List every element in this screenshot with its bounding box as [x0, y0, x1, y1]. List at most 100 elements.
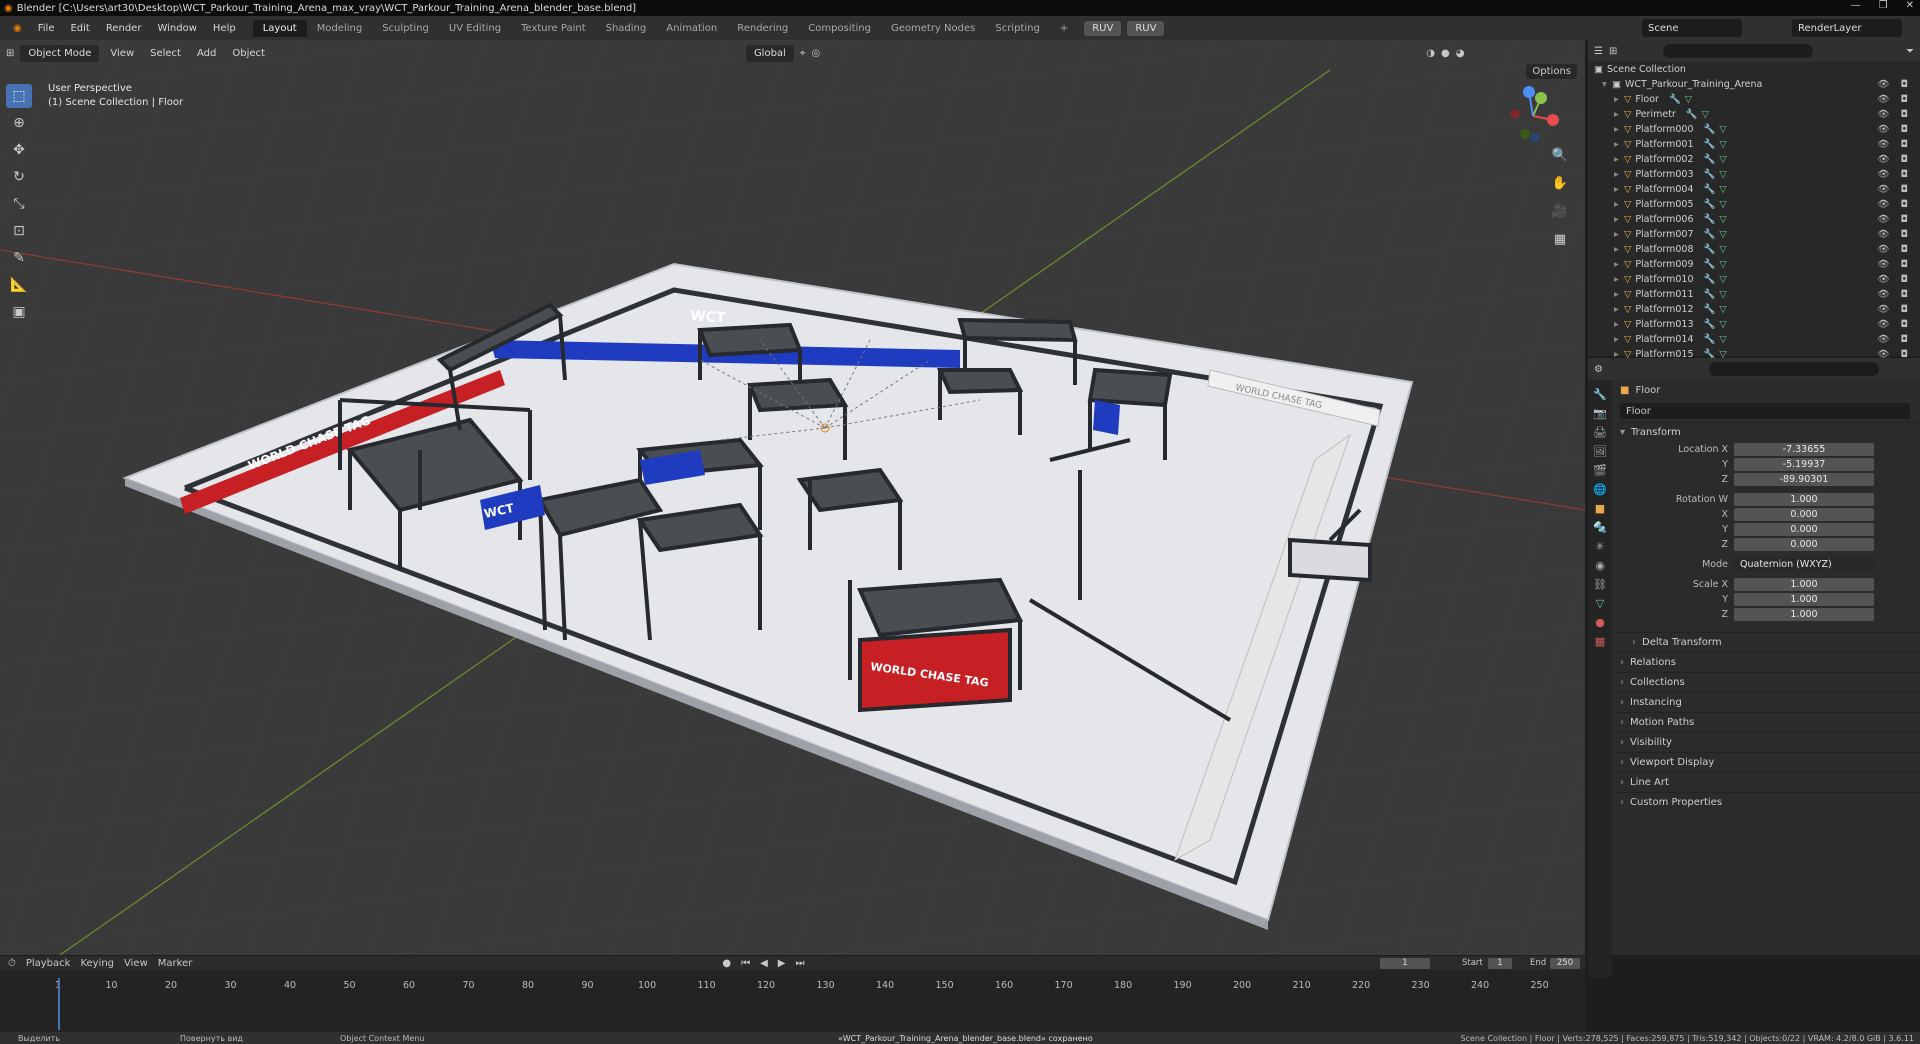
record-icon[interactable]: ●: [722, 958, 731, 969]
outliner-item[interactable]: ▸ ▽ Platform006 🔧 ▽ 👁 ◘: [1588, 212, 1920, 227]
location-z-field[interactable]: -89.90301: [1734, 472, 1874, 486]
outliner-item[interactable]: ▸ ▽ Platform003 🔧 ▽ 👁 ◘: [1588, 167, 1920, 182]
physics-tab-icon[interactable]: ◉: [1595, 559, 1605, 572]
play-icon[interactable]: ▶: [778, 958, 786, 969]
menu-window[interactable]: Window: [150, 21, 203, 36]
start-frame-field[interactable]: 1: [1488, 958, 1512, 969]
properties-editor-icon[interactable]: ⚙: [1594, 364, 1603, 375]
tab-sculpting[interactable]: Sculpting: [372, 20, 439, 37]
measure-tool-icon[interactable]: 📐: [6, 273, 32, 297]
transform-tool-icon[interactable]: ⊡: [6, 219, 32, 243]
shading-solid-icon[interactable]: ◑: [1426, 48, 1435, 59]
visibility-icon[interactable]: 👁 ◘: [1877, 274, 1912, 285]
visibility-icon[interactable]: 👁 ◘: [1877, 319, 1912, 330]
visibility-icon[interactable]: 👁 ◘: [1877, 214, 1912, 225]
zoom-icon[interactable]: 🔍: [1549, 144, 1571, 166]
timeline-editor-icon[interactable]: ⏱: [8, 958, 16, 969]
panel-header[interactable]: › Instancing: [1614, 692, 1920, 712]
expand-icon[interactable]: ▸: [1614, 259, 1624, 270]
close-icon[interactable]: ✕: [1906, 0, 1914, 11]
timeline-menu-playback[interactable]: Playback: [26, 958, 71, 969]
visibility-icon[interactable]: 👁 ◘: [1877, 244, 1912, 255]
modifier-tab-icon[interactable]: 🔩: [1593, 521, 1607, 534]
render-tab-icon[interactable]: 📷: [1593, 407, 1607, 420]
editor-menu-icon[interactable]: ◉: [6, 21, 29, 36]
outliner-item[interactable]: ▸ ▽ Platform012 🔧 ▽ 👁 ◘: [1588, 302, 1920, 317]
material-tab-icon[interactable]: ●: [1595, 616, 1605, 629]
visibility-icon[interactable]: 👁 ◘: [1877, 289, 1912, 300]
rotation-z-field[interactable]: 0.000: [1734, 537, 1874, 551]
view-layer-selector[interactable]: RenderLayer: [1792, 19, 1902, 37]
jump-end-icon[interactable]: ⏭: [795, 958, 804, 969]
display-mode-icon[interactable]: ⊞: [1609, 46, 1617, 57]
panel-header[interactable]: › Motion Paths: [1614, 712, 1920, 732]
outliner-item[interactable]: ▸ ▽ Platform014 🔧 ▽ 👁 ◘: [1588, 332, 1920, 347]
jump-start-icon[interactable]: ⏮: [741, 958, 750, 969]
menu-edit[interactable]: Edit: [63, 21, 96, 36]
filter-icon[interactable]: ⏷: [1906, 46, 1914, 57]
menu-help[interactable]: Help: [206, 21, 243, 36]
camera-view-icon[interactable]: 🎥: [1549, 200, 1571, 222]
outliner-item[interactable]: ▸ ▽ Platform000 🔧 ▽ 👁 ◘: [1588, 122, 1920, 137]
viewport-menu-add[interactable]: Add: [192, 46, 221, 61]
gizmo-z-icon[interactable]: [1523, 86, 1535, 98]
outliner-item[interactable]: ▸ ▽ Perimetr 🔧 ▽ 👁 ◘: [1588, 107, 1920, 122]
timeline-menu-keying[interactable]: Keying: [80, 958, 114, 969]
snap-icon[interactable]: ⌖: [800, 48, 806, 59]
navigation-gizmo[interactable]: [1501, 84, 1565, 148]
play-reverse-icon[interactable]: ◀: [760, 958, 768, 969]
tab-scripting[interactable]: Scripting: [985, 20, 1049, 37]
visibility-icon[interactable]: 👁 ◘: [1877, 334, 1912, 345]
rotation-mode-dropdown[interactable]: Quaternion (WXYZ): [1734, 557, 1874, 571]
outliner-item[interactable]: ▸ ▽ Platform010 🔧 ▽ 👁 ◘: [1588, 272, 1920, 287]
expand-icon[interactable]: ▸: [1614, 304, 1624, 315]
ruv-button-2[interactable]: RUV: [1127, 20, 1165, 36]
visibility-icon[interactable]: 👁 ◘: [1877, 169, 1912, 180]
select-box-tool-icon[interactable]: ⬚: [6, 84, 32, 108]
texture-tab-icon[interactable]: ▦: [1595, 635, 1605, 648]
visibility-icon[interactable]: 👁 ◘: [1877, 124, 1912, 135]
rotation-y-field[interactable]: 0.000: [1734, 522, 1874, 536]
visibility-icon[interactable]: 👁 ◘: [1877, 304, 1912, 315]
menu-file[interactable]: File: [31, 21, 62, 36]
timeline-menu-view[interactable]: View: [124, 958, 148, 969]
expand-icon[interactable]: ▸: [1614, 274, 1624, 285]
visibility-icon[interactable]: 👁 ◘: [1877, 184, 1912, 195]
expand-icon[interactable]: ▸: [1614, 334, 1624, 345]
outliner-item[interactable]: ▸ ▽ Platform008 🔧 ▽ 👁 ◘: [1588, 242, 1920, 257]
expand-icon[interactable]: ▸: [1614, 214, 1624, 225]
tab-animation[interactable]: Animation: [656, 20, 727, 37]
outliner-item[interactable]: ▸ ▽ Platform001 🔧 ▽ 👁 ◘: [1588, 137, 1920, 152]
tab-layout[interactable]: Layout: [252, 19, 307, 37]
rotation-w-field[interactable]: 1.000: [1734, 492, 1874, 506]
panel-header[interactable]: › Collections: [1614, 672, 1920, 692]
editor-type-icon[interactable]: ⊞: [6, 48, 14, 59]
panel-header[interactable]: › Delta Transform: [1614, 632, 1920, 652]
current-frame-field[interactable]: 1: [1380, 958, 1430, 969]
panel-header[interactable]: › Line Art: [1614, 772, 1920, 792]
data-name-row[interactable]: Floor: [1614, 401, 1920, 421]
outliner-item[interactable]: ▸ ▽ Platform002 🔧 ▽ 👁 ◘: [1588, 152, 1920, 167]
particles-tab-icon[interactable]: ✳: [1595, 540, 1604, 553]
tab-rendering[interactable]: Rendering: [727, 20, 798, 37]
outliner-collection[interactable]: ▾ ▣ WCT_Parkour_Training_Arena 👁 ◘: [1588, 77, 1920, 92]
expand-icon[interactable]: ▸: [1614, 169, 1624, 180]
outliner-item[interactable]: ▸ ▽ Platform009 🔧 ▽ 👁 ◘: [1588, 257, 1920, 272]
viewport-menu-view[interactable]: View: [105, 46, 139, 61]
options-dropdown[interactable]: Options: [1526, 64, 1577, 79]
rotation-x-field[interactable]: 0.000: [1734, 507, 1874, 521]
ortho-grid-icon[interactable]: ▦: [1549, 228, 1571, 250]
3d-viewport[interactable]: WORLD CHASE TAG WCT WORLD CHASE TAG WCT …: [0, 40, 1585, 955]
outliner-item[interactable]: ▸ ▽ Platform011 🔧 ▽ 👁 ◘: [1588, 287, 1920, 302]
outliner-item[interactable]: ▸ ▽ Platform007 🔧 ▽ 👁 ◘: [1588, 227, 1920, 242]
transform-panel-header[interactable]: ▾ Transform: [1614, 422, 1920, 442]
expand-icon[interactable]: ▸: [1614, 289, 1624, 300]
outliner-search-input[interactable]: [1663, 44, 1814, 58]
expand-icon[interactable]: ▸: [1614, 94, 1624, 105]
object-tab-icon[interactable]: ■: [1595, 502, 1605, 515]
visibility-icon[interactable]: 👁 ◘: [1877, 154, 1912, 165]
output-tab-icon[interactable]: 🖨: [1593, 426, 1607, 439]
expand-icon[interactable]: ▸: [1614, 154, 1624, 165]
object-data-name[interactable]: Floor: [1626, 406, 1651, 417]
shading-material-icon[interactable]: ●: [1441, 48, 1450, 59]
